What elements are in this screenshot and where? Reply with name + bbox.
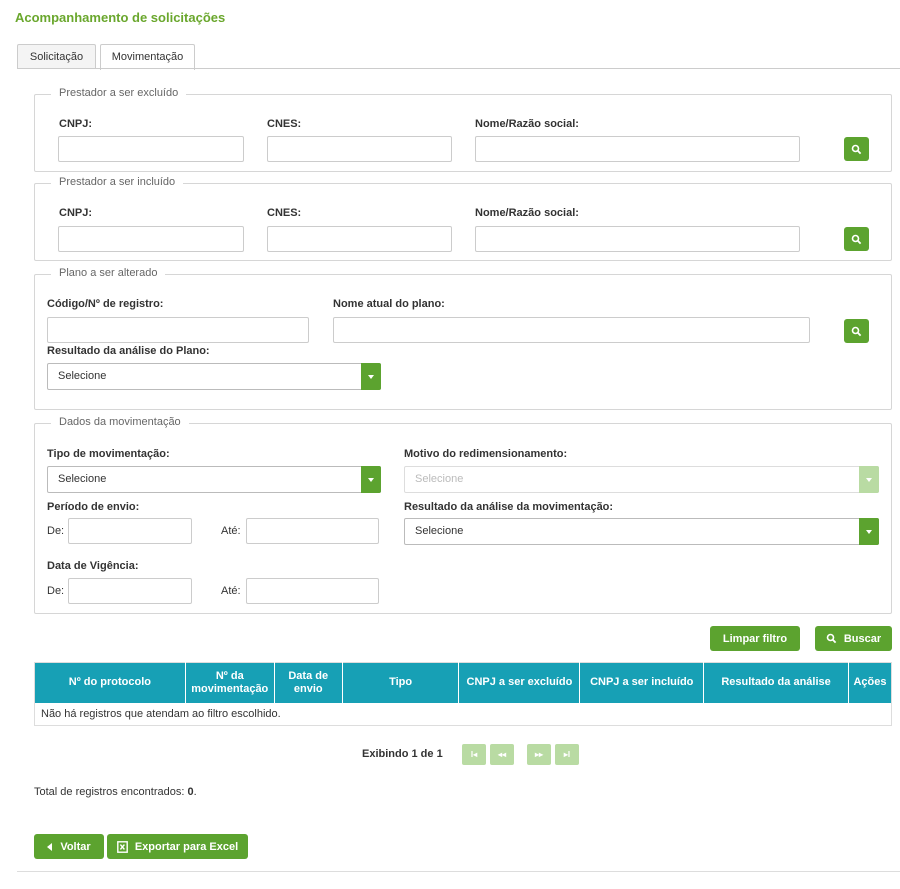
chevron-down-icon[interactable] [361,466,381,493]
empty-message: Não há registros que atendam ao filtro e… [41,707,281,720]
column-header: Ações [848,662,892,703]
total-records: Total de registros encontrados: 0. [34,786,197,798]
column-header[interactable]: Data de envio [274,662,343,703]
cnes-incluido-input[interactable] [267,226,452,252]
prestador-incluido-legend: Prestador a ser incluído [51,176,184,188]
cnpj-label: CNPJ: [59,207,93,219]
movimentacao-fieldset: Dados da movimentação Tipo de movimentaç… [34,416,892,614]
vigencia-ate-input[interactable] [246,578,379,604]
cnpj-excluido-input[interactable] [58,136,244,162]
cnpj-label: CNPJ: [59,118,93,130]
last-page-icon: ▸I [563,750,571,759]
periodo-de-label: De: [47,525,65,537]
column-header[interactable]: CNPJ a ser excluído [458,662,581,703]
resultado-movimentacao-value: Selecione [415,525,464,537]
voltar-label: Voltar [60,840,91,853]
search-plano-button[interactable] [844,319,869,343]
cnes-label: CNES: [267,207,302,219]
periodo-envio-label: Período de envio: [47,501,140,513]
table-row: Não há registros que atendam ao filtro e… [35,703,892,726]
tipo-movimentacao-value: Selecione [58,473,107,485]
pagination-label: Exibindo 1 de 1 [362,748,443,760]
periodo-ate-input[interactable] [246,518,379,544]
motivo-select[interactable]: Selecione [404,466,879,493]
limpar-filtro-label: Limpar filtro [722,632,788,645]
footer-divider [17,871,900,872]
next-page-button[interactable]: ▸▸ [527,744,551,765]
codigo-registro-input[interactable] [47,317,309,343]
cnes-label: CNES: [267,118,302,130]
buscar-button[interactable]: Buscar [815,626,892,651]
vigencia-de-input[interactable] [68,578,192,604]
chevron-down-icon[interactable] [859,518,879,545]
periodo-ate-label: Até: [221,525,241,537]
cnpj-incluido-input[interactable] [58,226,244,252]
first-page-icon: I◂ [470,750,478,759]
column-header[interactable]: Nº da movimentação [185,662,275,703]
last-page-button[interactable]: ▸I [555,744,579,765]
total-label: Total de registros encontrados: [34,786,185,798]
resultado-movimentacao-label: Resultado da análise da movimentação: [404,501,614,513]
exportar-excel-button[interactable]: Exportar para Excel [107,834,248,859]
vigencia-ate-label: Até: [221,585,241,597]
tipo-movimentacao-label: Tipo de movimentação: [47,448,170,460]
data-vigencia-label: Data de Vigência: [47,560,139,572]
plano-legend: Plano a ser alterado [51,267,166,279]
periodo-de-input[interactable] [68,518,192,544]
tipo-movimentacao-select[interactable]: Selecione [47,466,381,493]
vigencia-de-label: De: [47,585,65,597]
tab-movimentacao[interactable]: Movimentação [100,44,195,70]
page-title: Acompanhamento de solicitações [15,10,226,25]
search-prestador-incluido-button[interactable] [844,227,869,251]
buscar-label: Buscar [843,632,882,645]
nome-plano-label: Nome atual do plano: [333,298,445,310]
column-header[interactable]: Tipo [342,662,460,703]
nome-incluido-input[interactable] [475,226,800,252]
tab-divider [17,68,900,69]
nome-label: Nome/Razão social: [475,207,579,219]
search-prestador-excluido-button[interactable] [844,137,869,161]
resultado-plano-label: Resultado da análise do Plano: [47,345,210,357]
column-header[interactable]: Nº do protocolo [34,662,186,703]
prev-page-button[interactable]: ◂◂ [490,744,514,765]
results-table: Nº do protocolo Nº da movimentação Data … [34,662,892,726]
next-page-icon: ▸▸ [534,750,544,759]
resultado-movimentacao-select[interactable]: Selecione [404,518,879,545]
excel-icon [116,840,128,853]
search-icon [851,234,862,244]
movimentacao-legend: Dados da movimentação [51,416,189,428]
prestador-incluido-fieldset: Prestador a ser incluído CNPJ: CNES: Nom… [34,176,892,261]
limpar-filtro-button[interactable]: Limpar filtro [710,626,800,651]
first-page-button[interactable]: I◂ [462,744,486,765]
column-header[interactable]: Resultado da análise [703,662,849,703]
resultado-plano-select[interactable]: Selecione [47,363,381,390]
prestador-excluido-legend: Prestador a ser excluído [51,87,187,99]
total-suffix: . [193,786,197,798]
resultado-plano-value: Selecione [58,370,107,382]
nome-plano-input[interactable] [333,317,810,343]
prev-page-icon: ◂◂ [497,750,507,759]
exportar-label: Exportar para Excel [134,840,239,853]
tab-solicitacao[interactable]: Solicitação [17,44,96,69]
motivo-label: Motivo do redimensionamento: [404,448,568,460]
chevron-left-icon [47,842,53,851]
search-icon [851,326,862,336]
codigo-label: Código/Nº de registro: [47,298,164,310]
table-header-row: Nº do protocolo Nº da movimentação Data … [34,662,892,703]
motivo-value: Selecione [415,473,464,485]
chevron-down-icon[interactable] [361,363,381,390]
column-header[interactable]: CNPJ a ser incluído [579,662,705,703]
plano-fieldset: Plano a ser alterado Código/Nº de regist… [34,267,892,410]
prestador-excluido-fieldset: Prestador a ser excluído CNPJ: CNES: Nom… [34,87,892,172]
nome-label: Nome/Razão social: [475,118,579,130]
search-icon [851,144,862,154]
search-icon [826,633,837,644]
nome-excluido-input[interactable] [475,136,800,162]
chevron-down-icon [859,466,879,493]
cnes-excluido-input[interactable] [267,136,452,162]
voltar-button[interactable]: Voltar [34,834,104,859]
